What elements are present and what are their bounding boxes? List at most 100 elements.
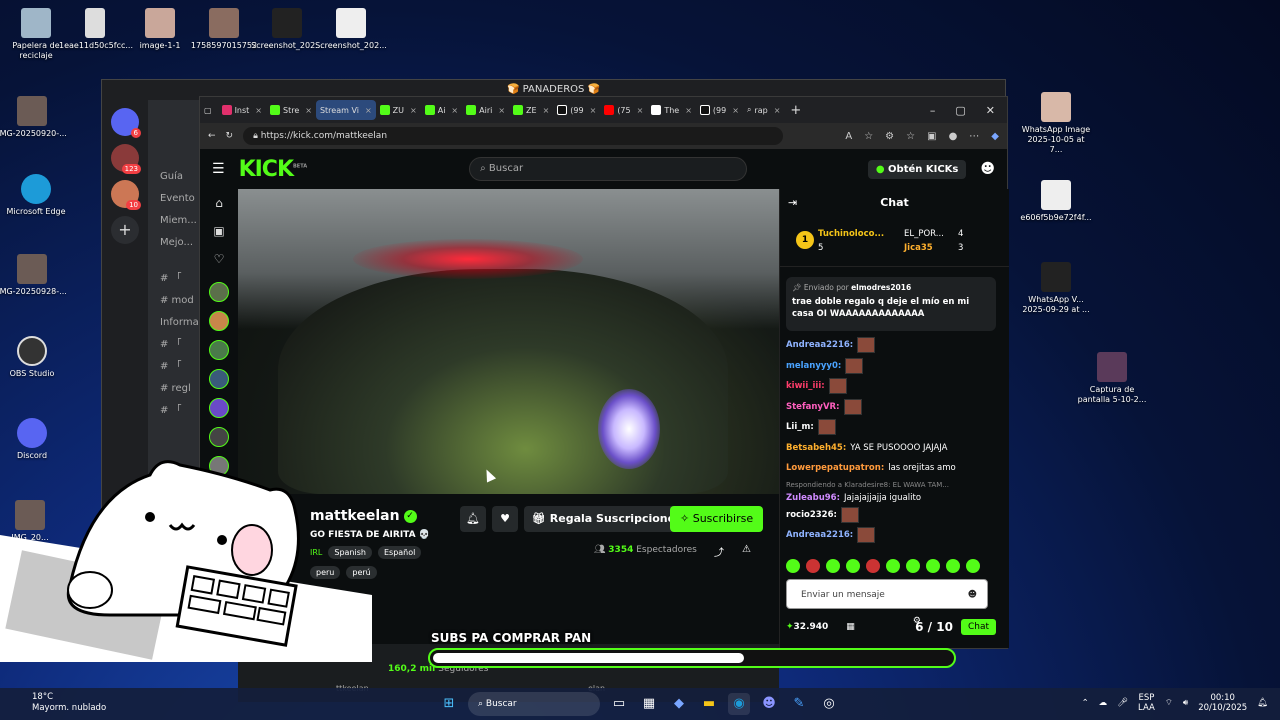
channel-item[interactable]: Mejo... — [148, 232, 204, 254]
browse-icon[interactable]: ▣ — [200, 217, 238, 245]
favorites-icon[interactable]: ☆ — [906, 131, 915, 142]
profile-icon[interactable]: ● — [949, 131, 958, 142]
pinned-message[interactable]: 📌︎ Enviado por elmodres2016 trae doble r… — [786, 277, 996, 331]
browser-tab[interactable]: Inst × — [218, 100, 266, 120]
settings-icon[interactable]: ⚙ — [913, 616, 921, 626]
chat-username[interactable]: Betsabeh45: — [786, 438, 846, 458]
tab-actions-icon[interactable]: ▢ — [204, 106, 212, 115]
refresh-icon[interactable]: ↻ — [226, 131, 234, 141]
minimize-icon[interactable]: – — [930, 104, 936, 117]
copilot-icon[interactable]: ◆ — [991, 131, 999, 142]
chat-message[interactable]: rocio2326: — [786, 505, 1001, 526]
mic-icon[interactable]: 🎤︎ — [1117, 698, 1128, 708]
chat-message[interactable]: Andreaa2216: — [786, 335, 1001, 356]
edge-icon[interactable]: ◉ — [728, 693, 750, 715]
chat-username[interactable]: rocio2326: — [786, 505, 837, 525]
chat-message[interactable]: Lowerpepatupatron: las orejitas amo — [786, 458, 1001, 479]
chat-message[interactable]: Zuleabu96: Jajajajjajja igualito — [786, 491, 1001, 505]
language-indicator[interactable]: ESP LAA — [1138, 693, 1155, 713]
chat-username[interactable]: Lowerpepatupatron: — [786, 458, 884, 478]
close-icon[interactable]: ✕ — [986, 104, 995, 117]
emote-icon[interactable] — [806, 559, 820, 573]
browser-tab[interactable]: ZU × — [376, 100, 421, 120]
chat-username[interactable]: Andreaa2216: — [786, 335, 853, 355]
chat-username[interactable]: Zuleabu96: — [786, 491, 840, 505]
url-field[interactable]: 🔒︎ https://kick.com/mattkeelan — [243, 127, 784, 145]
desktop-image-icon[interactable]: image-1-1 — [124, 8, 196, 51]
browser-tab-active[interactable]: Stream Vi × — [315, 100, 376, 120]
emote-icon[interactable] — [786, 559, 800, 573]
gift-subs-button[interactable]: 🎁︎ Regala Suscripciones — [524, 506, 690, 532]
report-icon[interactable]: ⚠ — [742, 544, 751, 555]
notifications-icon[interactable]: 🔔︎ — [1257, 698, 1268, 708]
browser-tab[interactable]: (99 × — [553, 100, 600, 120]
edge-icon[interactable]: Microsoft Edge — [0, 174, 72, 217]
emoji-icon[interactable]: ☻ — [968, 580, 977, 610]
emote-icon[interactable] — [846, 559, 860, 573]
browser-tab[interactable]: Stre × — [266, 100, 316, 120]
channel-category[interactable]: Informació — [148, 312, 204, 334]
file-explorer-icon[interactable]: ▬ — [698, 693, 720, 715]
user-avatar-icon[interactable]: ☻ — [980, 161, 995, 177]
emote-icon[interactable] — [866, 559, 880, 573]
channel-item[interactable]: Miem... — [148, 210, 204, 232]
close-tab-icon[interactable]: × — [685, 106, 692, 115]
desktop-image-icon[interactable]: IMG-20250928-... — [0, 254, 68, 297]
browser-tab[interactable]: ⌕ rap × — [743, 100, 784, 120]
browser-tab[interactable]: (75 × — [600, 100, 647, 120]
notification-bell-button[interactable]: 🔔︎ — [460, 506, 486, 532]
following-icon[interactable]: ♡ — [200, 245, 238, 273]
emote-icon[interactable] — [906, 559, 920, 573]
discord-server-icon[interactable]: 123 — [111, 144, 141, 174]
desktop-image-icon[interactable]: Screenshot_202... — [251, 8, 323, 51]
close-tab-icon[interactable]: × — [774, 106, 781, 115]
chat-username[interactable]: StefanyVR: — [786, 397, 840, 417]
chat-message[interactable]: StefanyVR: — [786, 397, 1001, 418]
send-chat-button[interactable]: Chat — [960, 619, 996, 635]
chat-message[interactable]: melanyyy0: — [786, 356, 1001, 377]
menu-icon[interactable]: ☰ — [212, 161, 225, 177]
home-icon[interactable]: ⌂ — [200, 189, 238, 217]
desktop-file-icon[interactable]: 1eae11d50c5fcc... — [59, 8, 133, 51]
browser-tab[interactable]: ZE × — [509, 100, 553, 120]
desktop-image-icon[interactable]: 1758597015752 — [188, 8, 260, 51]
close-tab-icon[interactable]: × — [732, 106, 739, 115]
obs-studio-icon[interactable]: OBS Studio — [0, 336, 68, 379]
emote-icon[interactable] — [826, 559, 840, 573]
channel-item[interactable]: # 「 — [148, 400, 204, 422]
subscribe-button[interactable]: ✧ Suscribirse — [670, 506, 764, 532]
chat-username[interactable]: Lii_m: — [786, 417, 814, 437]
gifter-name[interactable]: Jica35 — [904, 243, 933, 253]
collections-icon[interactable]: ▣ — [927, 131, 936, 142]
emote-icon[interactable] — [886, 559, 900, 573]
chat-message[interactable]: Lii_m: — [786, 417, 1001, 438]
more-icon[interactable]: ⋯ — [969, 131, 979, 142]
chat-message[interactable]: Betsabeh45: YA SE PUSOOOO JAJAJA — [786, 438, 1001, 459]
close-tab-icon[interactable]: × — [451, 106, 458, 115]
close-tab-icon[interactable]: × — [637, 106, 644, 115]
followed-channel-avatar[interactable] — [209, 398, 229, 418]
close-tab-icon[interactable]: × — [543, 106, 550, 115]
chat-message[interactable]: kiwii_iii: — [786, 376, 1001, 397]
desktop-image-icon[interactable]: WhatsApp Image 2025-10-05 at 7... — [1020, 92, 1092, 155]
copilot-icon[interactable]: ◆ — [668, 693, 690, 715]
channel-item[interactable]: # mod — [148, 290, 204, 312]
close-tab-icon[interactable]: × — [590, 106, 597, 115]
followed-channel-avatar[interactable] — [209, 311, 229, 331]
desktop-image-icon[interactable]: e606f5b9e72f4f... — [1020, 180, 1092, 223]
close-tab-icon[interactable]: × — [365, 106, 372, 115]
desktop-image-icon[interactable]: Captura de pantalla 5-10-2... — [1076, 352, 1148, 405]
chat-input[interactable]: Enviar un mensaje ☻ — [786, 579, 988, 609]
back-icon[interactable]: ← — [208, 131, 216, 141]
store-icon[interactable]: ▦ — [638, 693, 660, 715]
discord-server-icon[interactable]: 10 — [111, 180, 141, 210]
chat-username[interactable]: Andreaa2216: — [786, 525, 853, 545]
onedrive-icon[interactable]: ☁ — [1099, 698, 1108, 708]
maximize-icon[interactable]: ▢ — [955, 104, 965, 117]
collapse-chat-icon[interactable]: ⇥ — [788, 189, 797, 217]
reply-context[interactable]: Respondiendo a Klaradesire8: EL WAWA TAM… — [786, 479, 1001, 491]
kick-logo[interactable]: KICKBETA — [239, 157, 308, 182]
weather-widget[interactable]: 18°C Mayorm. nublado — [14, 692, 106, 714]
discord-icon[interactable]: ☻ — [758, 693, 780, 715]
chat-username[interactable]: melanyyy0: — [786, 356, 841, 376]
